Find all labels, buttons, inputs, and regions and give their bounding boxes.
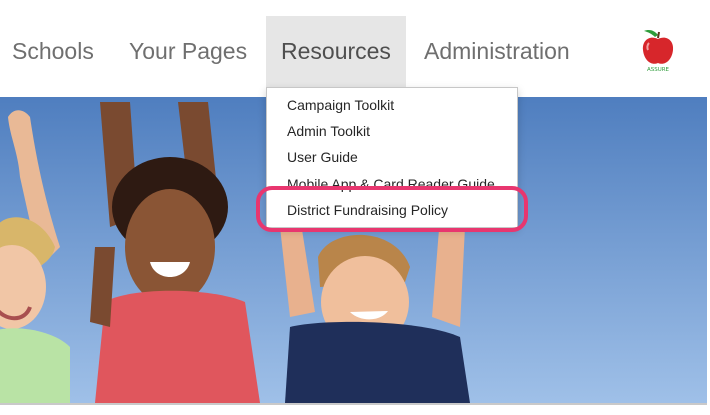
menu-item-admin-toolkit[interactable]: Admin Toolkit bbox=[287, 119, 370, 143]
divider bbox=[0, 403, 707, 405]
nav-item-resources[interactable]: Resources bbox=[266, 16, 406, 87]
nav-item-administration[interactable]: Administration bbox=[424, 16, 570, 87]
apple-logo-icon[interactable]: ASSURE bbox=[636, 26, 680, 74]
nav-item-your-pages[interactable]: Your Pages bbox=[129, 16, 247, 87]
nav-item-schools[interactable]: Schools bbox=[12, 16, 94, 87]
menu-item-user-guide[interactable]: User Guide bbox=[287, 145, 358, 169]
menu-item-campaign-toolkit[interactable]: Campaign Toolkit bbox=[287, 93, 394, 117]
logo-text: ASSURE bbox=[647, 67, 670, 73]
top-nav: Schools Your Pages Resources Administrat… bbox=[0, 0, 710, 97]
highlight-outline bbox=[256, 186, 528, 232]
